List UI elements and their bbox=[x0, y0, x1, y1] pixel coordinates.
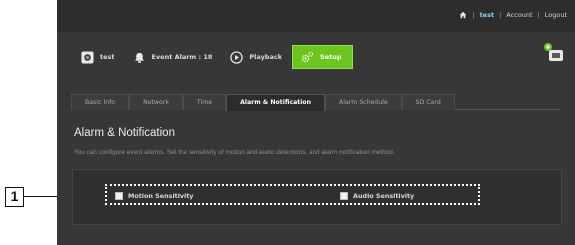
menu-item-label: test bbox=[100, 53, 115, 61]
separator: | bbox=[499, 11, 502, 19]
tab-network[interactable]: Network bbox=[129, 94, 183, 110]
menu-item-setup[interactable]: Setup bbox=[292, 45, 353, 69]
top-bar: | test | Account | Logout bbox=[57, 0, 575, 32]
page-description: You can configure event alarms. Set the … bbox=[74, 149, 395, 156]
gear-icon bbox=[301, 51, 314, 62]
settings-device-icon[interactable] bbox=[543, 42, 565, 64]
top-links: | test | Account | Logout bbox=[459, 11, 567, 19]
menu-item-label: Setup bbox=[320, 53, 342, 61]
separator: | bbox=[537, 11, 540, 19]
highlight-frame bbox=[105, 184, 480, 205]
camera-icon bbox=[81, 50, 94, 64]
tab-alarm-notification[interactable]: Alarm & Notification bbox=[226, 94, 326, 111]
tab-basic-info[interactable]: Basic Info bbox=[71, 94, 130, 110]
logout-link[interactable]: Logout bbox=[545, 11, 567, 19]
tab-sd-card[interactable]: SD Card bbox=[401, 94, 455, 110]
play-icon bbox=[230, 50, 244, 64]
account-link[interactable]: Account bbox=[506, 11, 532, 19]
main-menu: test Event Alarm : 18 Playback Setup bbox=[73, 44, 353, 70]
menu-item-label: Playback bbox=[249, 53, 283, 61]
menu-item-camera[interactable]: test bbox=[73, 45, 125, 69]
menu-item-label: Event Alarm : 18 bbox=[151, 53, 213, 61]
tab-alarm-schedule[interactable]: Alarm Schedule bbox=[325, 94, 402, 110]
tab-time[interactable]: Time bbox=[182, 94, 227, 110]
alarm-bell-icon bbox=[134, 52, 144, 63]
menu-item-playback[interactable]: Playback bbox=[222, 45, 292, 69]
menu-item-event-alarm[interactable]: Event Alarm : 18 bbox=[125, 45, 223, 69]
app-panel: | test | Account | Logout test Event Ala… bbox=[57, 0, 575, 245]
callout-number-badge: 1 bbox=[5, 187, 24, 207]
page-title: Alarm & Notification bbox=[74, 127, 175, 139]
user-link[interactable]: test bbox=[480, 11, 495, 19]
separator: | bbox=[472, 11, 475, 19]
home-icon[interactable] bbox=[459, 11, 467, 19]
settings-tabs: Basic Info Network Time Alarm & Notifica… bbox=[71, 94, 561, 111]
